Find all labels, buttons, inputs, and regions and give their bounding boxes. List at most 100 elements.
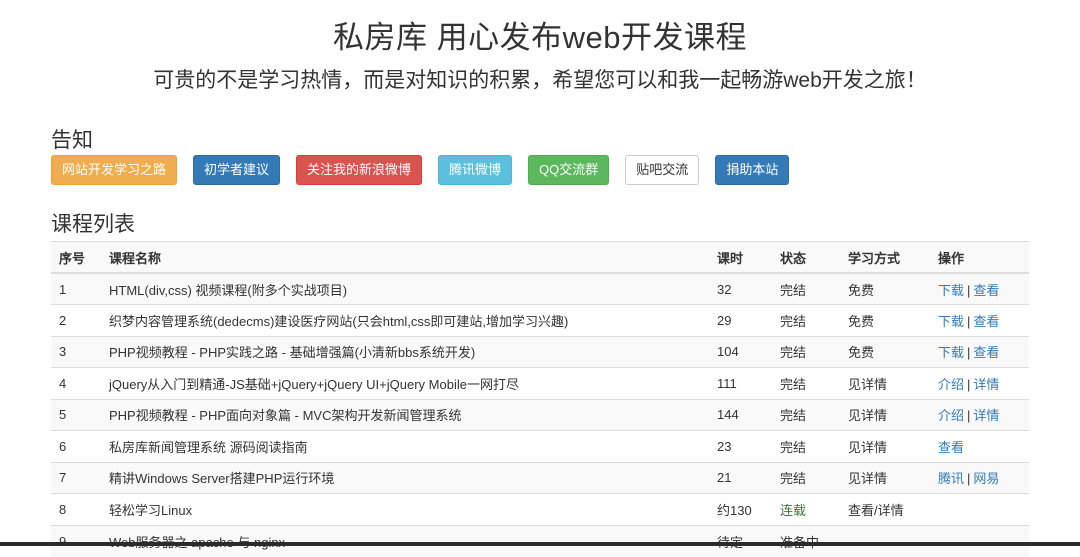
row-course-name: Web服务器之 apache 与 nginx	[101, 524, 709, 557]
bottom-bar	[0, 542, 1080, 546]
action-separator: |	[967, 471, 971, 487]
row-course-name: jQuery从入门到精通-JS基础+jQuery+jQuery UI+jQuer…	[101, 367, 709, 399]
notice-button-3[interactable]: 关注我的新浪微博	[296, 155, 423, 185]
row-no: 1	[51, 272, 101, 305]
row-actions	[930, 524, 1029, 557]
row-study-mode: 查看/详情	[840, 493, 930, 525]
row-course-name: 织梦内容管理系统(dedecms)建设医疗网站(只会html,css即可建站,增…	[101, 304, 709, 336]
table-row: 4 jQuery从入门到精通-JS基础+jQuery+jQuery UI+jQue…	[51, 367, 1029, 399]
action-link[interactable]: 网易	[973, 471, 999, 486]
row-study-mode: 免费	[840, 304, 930, 336]
header-study-mode: 学习方式	[840, 241, 930, 274]
action-link[interactable]: 腾讯	[938, 471, 964, 486]
row-status: 完结	[772, 272, 840, 305]
row-hours: 32	[709, 272, 772, 305]
action-link[interactable]: 查看	[938, 440, 964, 455]
row-status: 完结	[772, 430, 840, 462]
row-course-name: 轻松学习Linux	[101, 493, 709, 525]
action-link[interactable]: 下载	[938, 345, 964, 360]
action-link[interactable]: 查看	[973, 345, 999, 360]
row-actions: 介绍 | 详情	[930, 398, 1029, 431]
action-link[interactable]: 下载	[938, 314, 964, 329]
notice-section-title: 告知	[51, 129, 93, 152]
row-no: 2	[51, 304, 101, 336]
notice-button-1[interactable]: 网站开发学习之路	[51, 155, 178, 185]
table-row: 1 HTML(div,css) 视频课程(附多个实战项目) 32 完结 免费 下载 | 查看	[51, 272, 1029, 305]
row-study-mode: 见详情	[840, 398, 930, 431]
row-course-name: 私房库新闻管理系统 源码阅读指南	[101, 430, 709, 462]
table-row: 2 织梦内容管理系统(dedecms)建设医疗网站(只会html,css即可建站,…	[51, 304, 1029, 336]
notice-button-2[interactable]: 初学者建议	[193, 155, 281, 185]
table-row: 9Web服务器之 apache 与 nginx待定准备中	[51, 524, 1029, 557]
row-no: 5	[51, 398, 101, 431]
action-link[interactable]: 介绍	[938, 377, 964, 392]
action-link[interactable]: 查看	[973, 314, 999, 329]
row-no: 3	[51, 335, 101, 368]
header-course-name: 课程名称	[101, 241, 709, 274]
action-link[interactable]: 介绍	[938, 408, 964, 423]
row-status: 完结	[772, 367, 840, 399]
site-title: 私房库 用心发布web开发课程	[333, 20, 747, 55]
row-course-name: PHP视频教程 - PHP实践之路 - 基础增强篇(小清新bbs系统开发)	[101, 335, 709, 368]
notice-button-5[interactable]: QQ交流群	[528, 155, 610, 185]
table-row: 5 PHP视频教程 - PHP面向对象篇 - MVC架构开发新闻管理系统 144 完结…	[51, 398, 1029, 431]
row-actions: 腾讯 | 网易	[930, 461, 1029, 494]
action-link[interactable]: 查看	[973, 283, 999, 298]
course-list-title: 课程列表	[51, 213, 135, 236]
row-hours: 104	[709, 335, 772, 368]
row-hours: 待定	[709, 524, 772, 557]
row-actions: 下载 | 查看	[930, 304, 1029, 336]
header-no: 序号	[51, 241, 101, 274]
row-hours: 29	[709, 304, 772, 336]
row-actions: 下载 | 查看	[930, 272, 1029, 305]
row-study-mode: 免费	[840, 272, 930, 305]
row-course-name: 精讲Windows Server搭建PHP运行环境	[101, 461, 709, 494]
row-status: 连载	[772, 493, 840, 525]
row-status: 完结	[772, 304, 840, 336]
row-no: 4	[51, 367, 101, 399]
site-subtitle: 可贵的不是学习热情，而是对知识的积累，希望您可以和我一起畅游web开发之旅！	[153, 69, 927, 92]
action-separator: |	[967, 345, 971, 361]
row-actions: 查看	[930, 430, 1029, 462]
header-status: 状态	[772, 241, 840, 274]
row-actions: 介绍 | 详情	[930, 367, 1029, 399]
course-table: 序号 课程名称 课时 状态 学习方式 操作 1 HTML(div,css) 视频课…	[51, 241, 1029, 557]
action-link[interactable]: 详情	[973, 377, 999, 392]
table-row: 7 精讲Windows Server搭建PHP运行环境 21 完结 见详情 腾讯 | 网易	[51, 461, 1029, 494]
row-status: 完结	[772, 398, 840, 431]
row-hours: 21	[709, 461, 772, 494]
table-header-row: 序号 课程名称 课时 状态 学习方式 操作	[51, 241, 1029, 274]
row-hours: 23	[709, 430, 772, 462]
header-actions: 操作	[930, 241, 1029, 274]
notice-button-4[interactable]: 腾讯微博	[438, 155, 513, 185]
row-study-mode	[840, 524, 930, 557]
action-link[interactable]: 下载	[938, 283, 964, 298]
row-no: 9	[51, 524, 101, 557]
notice-button-group: 网站开发学习之路 初学者建议 关注我的新浪微博 腾讯微博 QQ交流群 贴吧交流 捐助本站	[51, 155, 790, 185]
action-link[interactable]: 详情	[973, 408, 999, 423]
row-course-name: PHP视频教程 - PHP面向对象篇 - MVC架构开发新闻管理系统	[101, 398, 709, 431]
table-row: 8 轻松学习Linux 约130 连载 查看/详情	[51, 493, 1029, 525]
table-row: 6 私房库新闻管理系统 源码阅读指南 23 完结 见详情 查看	[51, 430, 1029, 462]
row-status: 完结	[772, 461, 840, 494]
header-hours: 课时	[709, 241, 772, 274]
action-separator: |	[967, 376, 971, 392]
table-row: 3 PHP视频教程 - PHP实践之路 - 基础增强篇(小清新bbs系统开发) 10…	[51, 335, 1029, 368]
row-no: 7	[51, 461, 101, 494]
row-study-mode: 见详情	[840, 461, 930, 494]
row-actions: 下载 | 查看	[930, 335, 1029, 368]
row-no: 6	[51, 430, 101, 462]
row-course-name: HTML(div,css) 视频课程(附多个实战项目)	[101, 272, 709, 305]
row-study-mode: 见详情	[840, 367, 930, 399]
row-status: 准备中	[772, 524, 840, 557]
row-status: 完结	[772, 335, 840, 368]
notice-button-7[interactable]: 捐助本站	[715, 155, 790, 185]
row-study-mode: 见详情	[840, 430, 930, 462]
row-study-mode: 免费	[840, 335, 930, 368]
row-no: 8	[51, 493, 101, 525]
row-hours: 144	[709, 398, 772, 431]
action-separator: |	[967, 282, 971, 298]
action-separator: |	[967, 313, 971, 329]
notice-button-6[interactable]: 贴吧交流	[625, 155, 700, 185]
row-hours: 111	[709, 367, 772, 399]
